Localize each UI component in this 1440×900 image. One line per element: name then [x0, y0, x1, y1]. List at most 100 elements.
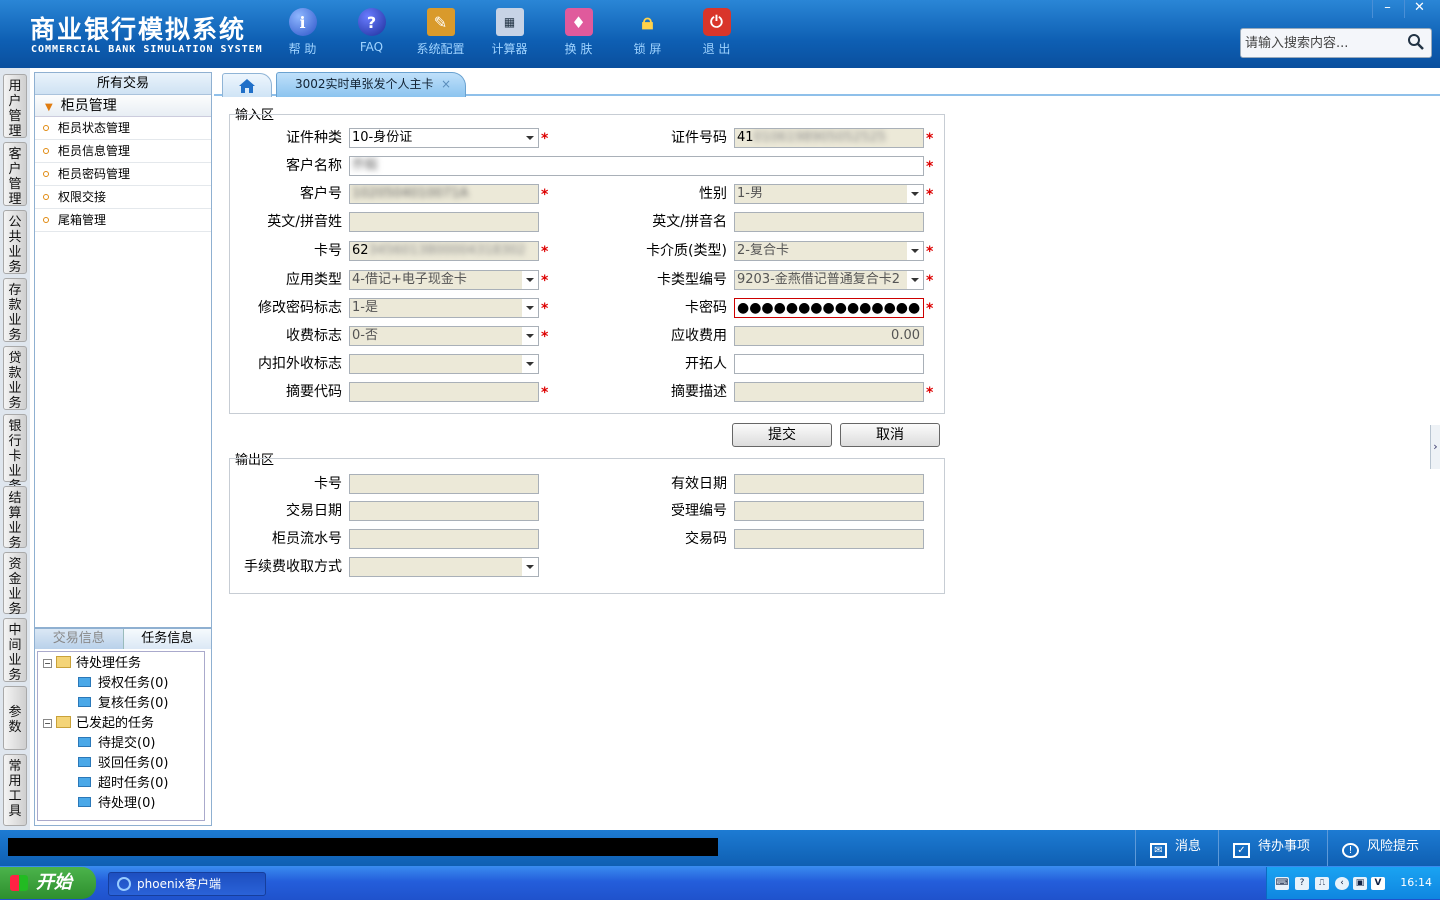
search-icon[interactable]: [1407, 33, 1425, 51]
app-type-select[interactable]: 4-借记+电子现金卡: [349, 270, 539, 290]
tree-leaf[interactable]: 授权任务(0): [38, 674, 204, 694]
collapse-icon[interactable]: −: [43, 719, 52, 728]
customer-name-field[interactable]: 乔毅: [349, 156, 924, 176]
network-icon[interactable]: ▣: [1353, 877, 1367, 890]
menu-item[interactable]: 柜员信息管理: [35, 140, 211, 163]
tree-leaf[interactable]: 超时任务(0): [38, 774, 204, 794]
app-status-bar: ✉ 消息 ✓ 待办事项 ! 风险提示: [0, 830, 1440, 866]
cancel-button[interactable]: 取消: [840, 423, 940, 447]
gender-select[interactable]: 1-男: [734, 184, 924, 204]
dropdown-arrow-icon: [522, 327, 538, 345]
config-button[interactable]: ✎ 系统配置: [406, 8, 475, 60]
id-type-select[interactable]: 10-身份证: [349, 128, 539, 148]
tab-home[interactable]: [222, 73, 272, 97]
tab-task-info[interactable]: 任务信息: [122, 629, 211, 649]
antivirus-icon[interactable]: V: [1371, 877, 1385, 890]
tree-node-pending[interactable]: − 待处理任务: [38, 654, 204, 674]
card-password-field[interactable]: ●●●●●●●●●●●●●●●: [734, 298, 924, 318]
keyboard-icon[interactable]: ⌨: [1275, 877, 1289, 890]
status-message-area: [8, 838, 718, 856]
id-number-field[interactable]: 410106198905052525: [734, 128, 924, 148]
label-out-expiry: 有效日期: [671, 476, 727, 492]
module-tab-public[interactable]: 公共业务: [3, 210, 27, 275]
close-window-button[interactable]: ✕: [1404, 0, 1434, 18]
taskbar-app-phoenix[interactable]: phoenix客户端: [108, 872, 266, 896]
windows-logo-icon: [10, 875, 28, 891]
tree-leaf[interactable]: 驳回任务(0): [38, 754, 204, 774]
module-tab-funds[interactable]: 资金业务: [3, 552, 27, 617]
module-tab-tools[interactable]: 常用工具: [3, 754, 27, 826]
expand-right-handle[interactable]: ›: [1430, 425, 1440, 469]
tree-leaf[interactable]: 待处理(0): [38, 794, 204, 814]
module-tab-params[interactable]: 参数: [3, 686, 27, 750]
required-mark: *: [541, 329, 549, 345]
tree-leaf[interactable]: 复核任务(0): [38, 694, 204, 714]
summary-desc-field[interactable]: [734, 382, 924, 402]
out-accept-no-field[interactable]: [734, 501, 924, 521]
risk-alert-button[interactable]: ! 风险提示: [1327, 830, 1440, 866]
module-tab-intermediary[interactable]: 中间业务: [3, 618, 27, 683]
module-tab-settlement[interactable]: 结算业务: [3, 486, 27, 551]
skin-button[interactable]: ♦ 换 肤: [544, 8, 613, 60]
tab-transaction-info[interactable]: 交易信息: [35, 629, 123, 649]
exit-button[interactable]: ⏻ 退 出: [682, 8, 751, 60]
required-mark: *: [926, 187, 934, 203]
module-tab-bankcard[interactable]: 银行卡业务: [3, 414, 27, 494]
messages-button[interactable]: ✉ 消息: [1135, 830, 1215, 866]
checkbox-icon: ✓: [1233, 843, 1250, 858]
lock-button[interactable]: 🔒︎ 锁 屏: [613, 8, 682, 60]
usb-icon[interactable]: ⎍: [1315, 877, 1329, 890]
tab-3002[interactable]: 3002实时单张发个人主卡 ×: [276, 72, 466, 97]
change-pwd-flag-select[interactable]: 1-是: [349, 298, 539, 318]
out-trans-date-field[interactable]: [349, 501, 539, 521]
menu-item[interactable]: 柜员密码管理: [35, 163, 211, 186]
label-en-surname: 英文/拼音姓: [267, 214, 342, 230]
collapse-icon[interactable]: −: [43, 659, 52, 668]
help-tray-icon[interactable]: ?: [1295, 877, 1309, 890]
minimize-button[interactable]: –: [1372, 0, 1402, 18]
out-fee-method-select[interactable]: [349, 557, 539, 577]
menu-group-teller[interactable]: ▼ 柜员管理: [35, 95, 211, 117]
out-trans-code-field[interactable]: [734, 529, 924, 549]
out-expiry-field[interactable]: [734, 474, 924, 494]
required-mark: *: [926, 131, 934, 147]
folder-icon: [78, 777, 91, 787]
dropdown-arrow-icon: [522, 299, 538, 317]
help-button[interactable]: i 帮 助: [268, 8, 337, 60]
config-icon: ✎: [426, 8, 455, 36]
customer-no-field[interactable]: 1020504010071A: [349, 184, 539, 204]
dropdown-arrow-icon: [522, 355, 538, 373]
fee-flag-select[interactable]: 0-否: [349, 326, 539, 346]
menu-item[interactable]: 权限交接: [35, 186, 211, 209]
card-medium-select[interactable]: 2-复合卡: [734, 241, 924, 261]
info-icon: i: [288, 8, 317, 36]
calculator-button[interactable]: ▦ 计算器: [475, 8, 544, 60]
menu-item[interactable]: 柜员状态管理: [35, 117, 211, 140]
tree-leaf[interactable]: 待提交(0): [38, 734, 204, 754]
deduct-flag-select[interactable]: [349, 354, 539, 374]
todo-button[interactable]: ✓ 待办事项: [1218, 830, 1324, 866]
module-tab-loan[interactable]: 贷款业务: [3, 346, 27, 411]
arrow-left-icon[interactable]: ‹: [1335, 877, 1349, 890]
menu-item[interactable]: 尾箱管理: [35, 209, 211, 232]
developer-field[interactable]: [734, 354, 924, 374]
faq-button[interactable]: ? FAQ: [337, 8, 406, 60]
tree-node-initiated[interactable]: − 已发起的任务: [38, 714, 204, 734]
close-tab-icon[interactable]: ×: [441, 73, 451, 95]
en-name-field[interactable]: [734, 212, 924, 232]
out-card-no-field[interactable]: [349, 474, 539, 494]
fee-due-field[interactable]: 0.00: [734, 326, 924, 346]
submit-button[interactable]: 提交: [732, 423, 832, 447]
out-teller-seq-field[interactable]: [349, 529, 539, 549]
start-button[interactable]: 开始: [0, 867, 96, 899]
required-mark: *: [926, 301, 934, 317]
module-tab-deposit[interactable]: 存款业务: [3, 278, 27, 343]
search-input[interactable]: [1241, 29, 1401, 57]
card-type-code-select[interactable]: 9203-金燕借记普通复合卡2: [734, 270, 924, 290]
module-tab-user[interactable]: 用户管理: [3, 74, 27, 139]
module-tab-customer[interactable]: 客户管理: [3, 142, 27, 207]
label-out-trans-code: 交易码: [685, 531, 727, 547]
card-no-field[interactable]: 623456013800004318302: [349, 241, 539, 261]
en-surname-field[interactable]: [349, 212, 539, 232]
summary-code-field[interactable]: [349, 382, 539, 402]
